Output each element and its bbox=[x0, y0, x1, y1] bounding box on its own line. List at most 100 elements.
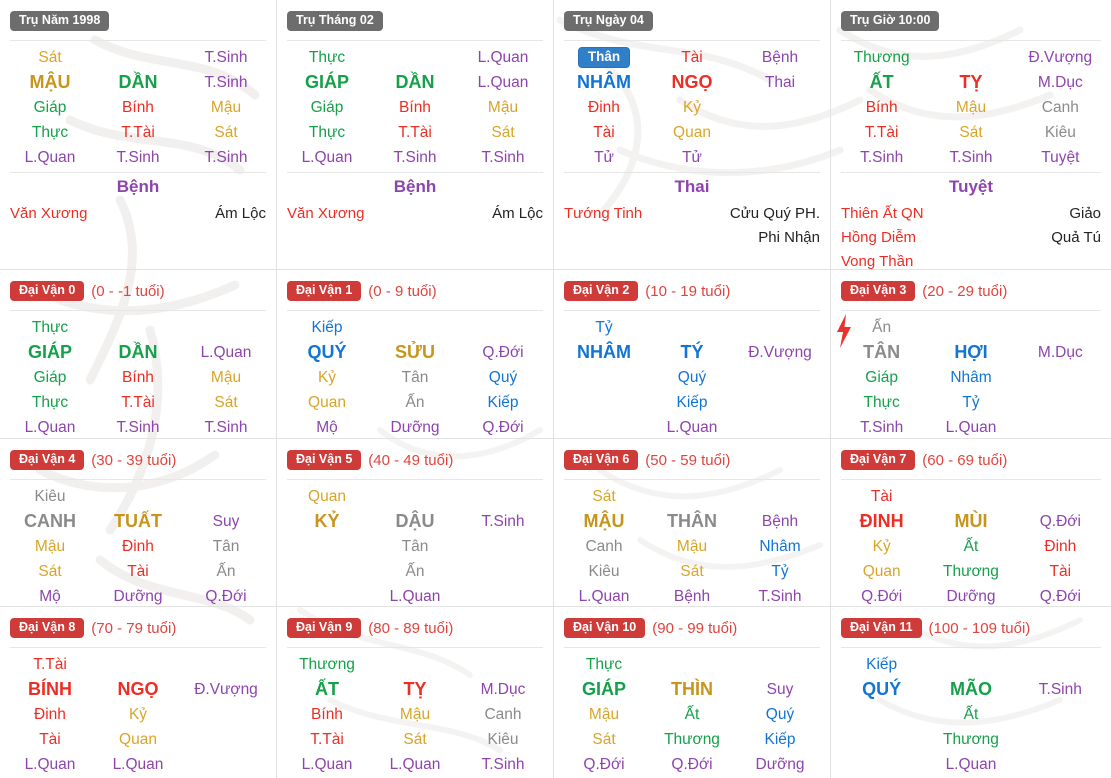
luck-period-age-range: (40 - 49 tuổi) bbox=[368, 451, 454, 469]
luck-period-age-range: (10 - 19 tuổi) bbox=[645, 282, 731, 300]
luck-11-hidden-god: Thương bbox=[943, 731, 999, 748]
luck-period-badge[interactable]: Đại Vận 10 bbox=[564, 618, 646, 638]
luck-period-badge[interactable]: Đại Vận 5 bbox=[287, 450, 362, 470]
luck-8-life-stage: L.Quan bbox=[24, 756, 76, 773]
pillar-4-life-stage: T.Sinh bbox=[860, 149, 904, 166]
luck-7-stem-branch: Q.Đới bbox=[1039, 513, 1081, 530]
pillar-2-hidden-god: Sát bbox=[491, 124, 515, 141]
spirit-star: Vong Thần bbox=[841, 253, 914, 270]
luck-period-badge[interactable]: Đại Vận 4 bbox=[10, 450, 85, 470]
pillar-cell-1[interactable]: Trụ Năm 1998 Sát MẬU Giáp Thực L.Quan DẦN Bính… bbox=[0, 0, 277, 270]
luck-9-ten-god: Thương bbox=[299, 656, 355, 673]
luck-0-ten-god-empty bbox=[94, 315, 182, 340]
luck-period-cell-3[interactable]: Đại Vận 3 (20 - 29 tuổi) Ấn TÂN Giáp Thực T.Si… bbox=[831, 270, 1111, 439]
luck-period-badge[interactable]: Đại Vận 3 bbox=[841, 281, 916, 301]
luck-10-stem-branch: THÌN bbox=[671, 679, 713, 699]
luck-period-age-range: (100 - 109 tuổi) bbox=[928, 619, 1031, 637]
pillar-header-3: Trụ Ngày 04 bbox=[564, 10, 824, 32]
luck-9-hidden-god: Sát bbox=[403, 731, 427, 748]
luck-8-life-stage-empty bbox=[182, 752, 270, 777]
luck-0-ten-god-empty bbox=[182, 315, 270, 340]
luck-3-column-3: M.Dục bbox=[1016, 315, 1105, 438]
luck-6-ten-god-empty bbox=[648, 484, 736, 509]
luck-period-cell-0[interactable]: Đại Vận 0 (0 - -1 tuổi) Thực GIÁP Giáp Thực L.… bbox=[0, 270, 277, 439]
pillar-4-columns: Thương ẤT Bính T.Tài T.Sinh TỴ Mậu Sát T.Sinh Đ.… bbox=[837, 45, 1105, 170]
luck-period-age-range: (0 - 9 tuổi) bbox=[368, 282, 437, 300]
luck-0-hidden-god: Thực bbox=[31, 394, 69, 411]
luck-8-hidden-stem: Kỷ bbox=[128, 706, 148, 723]
luck-10-life-stage: Q.Đới bbox=[671, 756, 713, 773]
luck-period-cell-8[interactable]: Đại Vận 8 (70 - 79 tuổi) T.Tài BÍNH Đinh Tài L… bbox=[0, 607, 277, 778]
pillar-4-stem-branch: M.Dục bbox=[1037, 74, 1083, 91]
luck-period-cell-10[interactable]: Đại Vận 10 (90 - 99 tuổi) Thực GIÁP Mậu Sát Q.… bbox=[554, 607, 831, 778]
luck-4-stem-branch: TUẤT bbox=[114, 511, 162, 531]
luck-period-cell-1[interactable]: Đại Vận 1 (0 - 9 tuổi) Kiếp QUÝ Kỷ Quan Mộ SỬU… bbox=[277, 270, 554, 439]
luck-4-hidden-god: Tài bbox=[127, 563, 149, 580]
luck-10-ten-god: Thực bbox=[585, 656, 623, 673]
luck-3-columns: Ấn TÂN Giáp Thực T.Sinh HỢI Nhâm Tỷ L.Quan M.Dụ… bbox=[837, 315, 1105, 438]
luck-7-ten-god-empty bbox=[1016, 484, 1105, 509]
luck-period-header-1: Đại Vận 1 (0 - 9 tuổi) bbox=[287, 280, 547, 302]
luck-period-badge[interactable]: Đại Vận 6 bbox=[564, 450, 639, 470]
luck-period-badge[interactable]: Đại Vận 11 bbox=[841, 618, 922, 638]
luck-period-badge[interactable]: Đại Vận 9 bbox=[287, 618, 362, 638]
luck-0-life-stage: T.Sinh bbox=[204, 419, 248, 436]
header-divider bbox=[564, 479, 820, 480]
luck-6-column-2: THÂN Mậu Sát Bệnh bbox=[648, 484, 736, 606]
pillar-3-hidden-god: Tài bbox=[593, 124, 615, 141]
luck-period-badge[interactable]: Đại Vận 1 bbox=[287, 281, 362, 301]
pillar-4-stem-branch: TỴ bbox=[959, 72, 983, 92]
luck-period-age-range: (70 - 79 tuổi) bbox=[91, 619, 177, 637]
pillar-3-life-stage: Tử bbox=[594, 149, 614, 166]
pillar-1-hidden-stem: Bính bbox=[122, 99, 154, 116]
luck-2-stem-branch: Đ.Vượng bbox=[748, 344, 812, 361]
luck-5-hidden-stem-empty bbox=[283, 534, 371, 559]
luck-0-life-stage: L.Quan bbox=[24, 419, 76, 436]
pillar-1-ten-god-empty bbox=[94, 45, 182, 70]
pillar-1-stem-branch: DẦN bbox=[118, 72, 158, 92]
pillar-cell-2[interactable]: Trụ Tháng 02 Thực GIÁP Giáp Thực L.Quan DẦN Bí… bbox=[277, 0, 554, 270]
luck-period-badge[interactable]: Đại Vận 7 bbox=[841, 450, 916, 470]
spirit-stars-left: Văn Xương bbox=[10, 202, 87, 226]
luck-period-badge[interactable]: Đại Vận 2 bbox=[564, 281, 639, 301]
luck-6-hidden-god: Kiêu bbox=[588, 563, 620, 580]
luck-5-ten-god-empty bbox=[459, 484, 547, 509]
pillar-cell-4[interactable]: Trụ Giờ 10:00 Thương ẤT Bính T.Tài T.Sinh TỴ M… bbox=[831, 0, 1111, 270]
luck-period-cell-11[interactable]: Đại Vận 11 (100 - 109 tuổi) Kiếp QUÝ MÃO Ất T… bbox=[831, 607, 1111, 778]
luck-3-ten-god-empty bbox=[1016, 315, 1105, 340]
luck-2-life-stage-empty bbox=[560, 415, 648, 438]
pillar-1-life-stage: T.Sinh bbox=[116, 149, 160, 166]
luck-period-cell-9[interactable]: Đại Vận 9 (80 - 89 tuổi) Thương ẤT Bính T.Tài… bbox=[277, 607, 554, 778]
luck-6-life-stage: L.Quan bbox=[578, 588, 630, 605]
luck-period-badge[interactable]: Đại Vận 8 bbox=[10, 618, 85, 638]
luck-period-cell-5[interactable]: Đại Vận 5 (40 - 49 tuổi) Quan KỶ DẬU Tân Ấn L.… bbox=[277, 439, 554, 607]
luck-11-hidden-stem-empty bbox=[1016, 702, 1105, 727]
luck-2-hidden-god-empty bbox=[560, 390, 648, 415]
luck-8-stem-branch: NGỌ bbox=[117, 679, 159, 699]
luck-5-life-stage-empty bbox=[283, 584, 371, 606]
luck-1-column-1: Kiếp QUÝ Kỷ Quan Mộ bbox=[283, 315, 371, 438]
luck-10-ten-god-empty bbox=[736, 652, 824, 677]
spirit-star: Phi Nhận bbox=[758, 229, 820, 246]
luck-6-columns: Sát MẬU Canh Kiêu L.Quan THÂN Mậu Sát Bệnh Bệnh… bbox=[560, 484, 824, 606]
luck-period-cell-4[interactable]: Đại Vận 4 (30 - 39 tuổi) Kiêu CANH Mậu Sát Mộ … bbox=[0, 439, 277, 607]
pillar-cell-3[interactable]: Trụ Ngày 04 Thân NHÂM Đinh Tài Tử Tài NGỌ Kỷ Quan… bbox=[554, 0, 831, 270]
luck-1-column-3: Q.Đới Quý Kiếp Q.Đới bbox=[459, 315, 547, 438]
luck-7-columns: Tài ĐINH Kỷ Quan Q.Đới MÙI Ất Thương Dưỡng Q.Đớ… bbox=[837, 484, 1105, 606]
luck-8-column-2: NGỌ Kỷ Quan L.Quan bbox=[94, 652, 182, 777]
luck-period-header-4: Đại Vận 4 (30 - 39 tuổi) bbox=[10, 449, 270, 471]
luck-period-cell-7[interactable]: Đại Vận 7 (60 - 69 tuổi) Tài ĐINH Kỷ Quan Q.Đớ… bbox=[831, 439, 1111, 607]
luck-period-cell-6[interactable]: Đại Vận 6 (50 - 59 tuổi) Sát MẬU Canh Kiêu L.Q… bbox=[554, 439, 831, 607]
pillar-1-stem-branch: T.Sinh bbox=[204, 74, 248, 91]
spirit-star: Cửu Quý PH. bbox=[729, 205, 820, 222]
luck-2-hidden-god: Kiếp bbox=[676, 394, 708, 411]
luck-1-life-stage: Dưỡng bbox=[390, 419, 440, 436]
luck-10-column-1: Thực GIÁP Mậu Sát Q.Đới bbox=[560, 652, 648, 777]
luck-period-badge[interactable]: Đại Vận 0 bbox=[10, 281, 85, 301]
luck-1-hidden-stem: Kỷ bbox=[317, 369, 337, 386]
pillar-4-ten-god-empty bbox=[926, 45, 1015, 70]
luck-period-header-11: Đại Vận 11 (100 - 109 tuổi) bbox=[841, 617, 1105, 639]
luck-period-cell-2[interactable]: Đại Vận 2 (10 - 19 tuổi) Tỷ NHÂM TÝ Quý Kiếp L… bbox=[554, 270, 831, 439]
pillar-3-ten-god: Thân bbox=[560, 45, 648, 70]
luck-1-hidden-stem: Tân bbox=[401, 369, 429, 386]
